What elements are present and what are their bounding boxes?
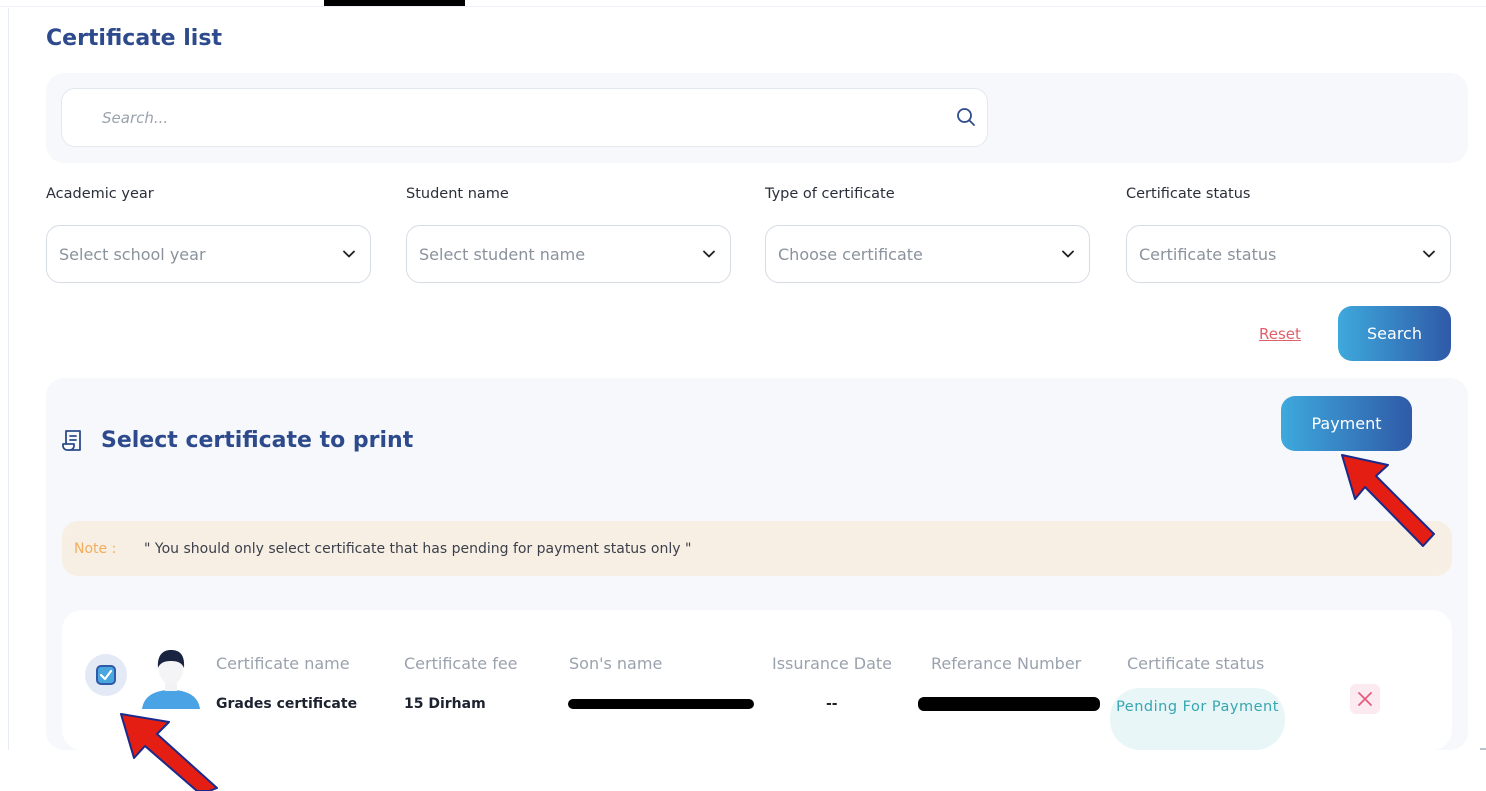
page-title: Certificate list (46, 26, 222, 51)
student-name-label: Student name (406, 186, 509, 202)
left-border (8, 8, 9, 750)
header-reference-number: Referance Number (931, 654, 1082, 673)
note-text: " You should only select certificate tha… (144, 541, 692, 557)
certificate-type-placeholder: Choose certificate (778, 245, 923, 264)
search-input[interactable] (102, 105, 922, 131)
section-title: Select certificate to print (101, 428, 414, 453)
chevron-down-icon (703, 250, 715, 258)
header-certificate-fee: Certificate fee (404, 654, 518, 673)
student-avatar (142, 650, 200, 709)
row-checkbox-wrapper[interactable] (85, 654, 127, 696)
cell-issuance-date: -- (826, 696, 838, 712)
academic-year-label: Academic year (46, 186, 154, 202)
top-divider (0, 6, 1486, 7)
row-checkbox[interactable] (96, 665, 116, 685)
chevron-down-icon (1062, 250, 1074, 258)
remove-row-button[interactable] (1350, 684, 1380, 714)
status-badge: Pending For Payment (1110, 688, 1285, 750)
certificate-type-select[interactable]: Choose certificate (765, 225, 1090, 283)
certificate-type-label: Type of certificate (765, 186, 895, 202)
certificate-status-placeholder: Certificate status (1139, 245, 1277, 264)
search-button[interactable]: Search (1338, 306, 1451, 361)
student-name-placeholder: Select student name (419, 245, 586, 264)
certificate-status-select[interactable]: Certificate status (1126, 225, 1451, 283)
close-icon (1358, 692, 1372, 706)
cell-certificate-name: Grades certificate (216, 696, 358, 712)
student-name-select[interactable]: Select student name (406, 225, 731, 283)
chevron-down-icon (343, 250, 355, 258)
note-prefix: Note : (74, 541, 117, 557)
payment-button[interactable]: Payment (1281, 396, 1412, 451)
header-certificate-name: Certificate name (216, 654, 350, 673)
certificate-page: Certificate list Academic year Student n… (0, 0, 1486, 791)
header-sons-name: Son's name (569, 654, 663, 673)
annotation-arrow-icon (1341, 454, 1435, 547)
annotation-arrow-icon (120, 713, 218, 791)
search-box (61, 88, 988, 147)
header-issuance-date: Issurance Date (772, 654, 893, 673)
cell-reference-number-redacted (918, 697, 1100, 711)
search-icon[interactable] (955, 106, 977, 128)
note-banner: Note : " You should only select certific… (62, 521, 1452, 576)
cell-certificate-fee: 15 Dirham (404, 696, 486, 712)
header-certificate-status: Certificate status (1127, 654, 1265, 673)
academic-year-placeholder: Select school year (59, 245, 206, 264)
receipt-icon (62, 430, 81, 451)
checkmark-icon (99, 669, 113, 681)
certificate-status-label: Certificate status (1126, 186, 1251, 202)
chevron-down-icon (1423, 250, 1435, 258)
reset-link[interactable]: Reset (1259, 325, 1301, 343)
cell-sons-name-redacted (568, 699, 754, 709)
scrollbar-hint (1480, 748, 1486, 750)
academic-year-select[interactable]: Select school year (46, 225, 371, 283)
